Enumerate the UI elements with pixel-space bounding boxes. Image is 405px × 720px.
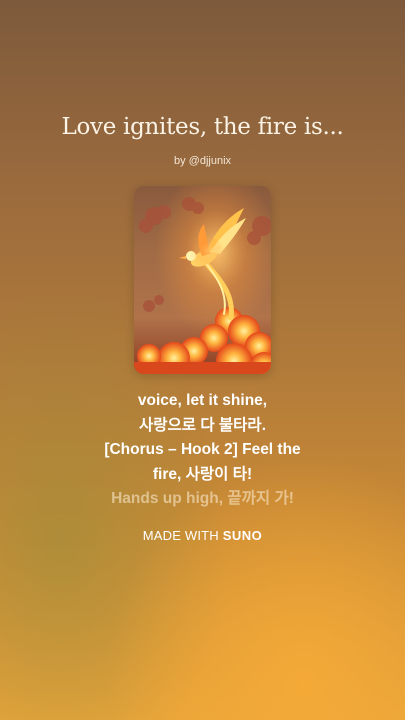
song-title: Love ignites, the fire is... [61, 114, 344, 140]
lyric-line: voice, let it shine, [137, 392, 268, 409]
lyric-line-upcoming: Hands up high, 끝까지 가! [111, 490, 294, 507]
cover-art [134, 186, 271, 374]
suno-logo: SUNO [222, 528, 263, 543]
lyric-line: fire, 사랑이 타! [152, 465, 253, 483]
lyric-line: 사랑으로 다 불타라. [139, 416, 266, 434]
made-with-suno[interactable]: MADE WITH SUNO [0, 528, 405, 543]
lyrics: voice, let it shine, 사랑으로 다 불타라. [Chorus… [0, 389, 405, 512]
phoenix-artwork-icon [134, 186, 271, 374]
artist-byline[interactable]: by @djjunix [0, 155, 405, 167]
lyric-line: [Chorus – Hook 2] Feel the [104, 441, 301, 458]
made-with-label: MADE WITH [142, 528, 219, 543]
